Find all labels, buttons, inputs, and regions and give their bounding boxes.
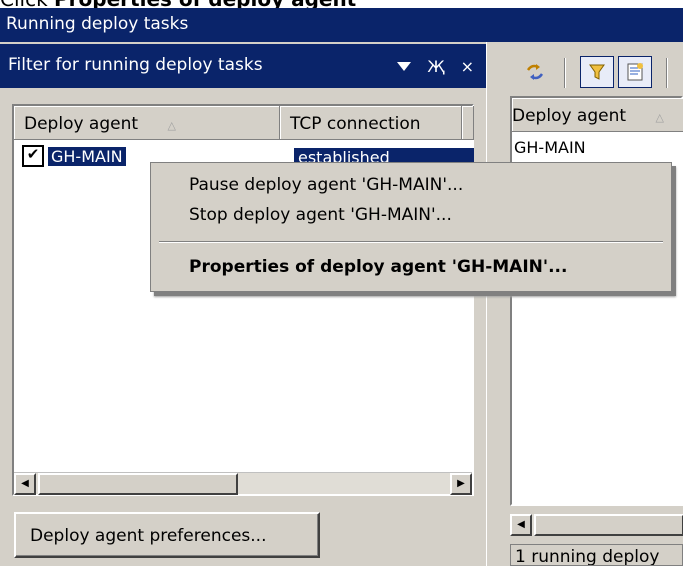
running-tasks-list[interactable]: Deploy agent △ GH-MAIN xyxy=(510,96,683,506)
window-title: Running deploy tasks xyxy=(6,14,189,34)
sort-ascending-icon: △ xyxy=(655,111,664,124)
status-text: 1 running deploy xyxy=(515,547,660,566)
column-header-label: Deploy agent xyxy=(512,106,627,126)
column-header-deploy-agent[interactable]: Deploy agent △ xyxy=(512,98,683,132)
scroll-right-icon[interactable]: ▶ xyxy=(450,473,472,495)
column-header-label: TCP connection xyxy=(290,114,421,134)
column-header-tcp-connection[interactable]: TCP connection xyxy=(280,106,462,140)
close-icon[interactable]: × xyxy=(461,57,474,76)
filter-panel-header: Filter for running deploy tasks Җ × xyxy=(0,44,486,88)
column-header-deploy-agent[interactable]: Deploy agent △ xyxy=(14,106,280,140)
toolbar-separator xyxy=(564,58,566,88)
filter-panel-title: Filter for running deploy tasks xyxy=(8,55,263,75)
filter-icon[interactable] xyxy=(580,56,614,88)
scroll-thumb[interactable] xyxy=(38,473,238,495)
details-icon[interactable] xyxy=(618,56,652,88)
toolbar-separator xyxy=(666,58,668,88)
sort-ascending-icon: △ xyxy=(167,119,176,132)
pin-icon[interactable]: Җ xyxy=(427,57,444,76)
menu-item-stop-agent[interactable]: Stop deploy agent 'GH-MAIN'... xyxy=(189,205,452,225)
filter-panel-controls: Җ × xyxy=(397,44,486,88)
scroll-left-icon[interactable]: ◀ xyxy=(510,514,532,536)
scroll-left-icon[interactable]: ◀ xyxy=(14,473,36,495)
column-header-filler xyxy=(462,106,474,140)
column-header-label: Deploy agent xyxy=(24,114,139,134)
horizontal-scrollbar[interactable]: ◀ xyxy=(510,514,683,536)
refresh-icon[interactable] xyxy=(518,56,552,88)
context-menu: Pause deploy agent 'GH-MAIN'... Stop dep… xyxy=(150,162,672,292)
menu-item-properties[interactable]: Properties of deploy agent 'GH-MAIN'... xyxy=(189,257,567,277)
preferences-button-label: Deploy agent preferences... xyxy=(30,526,267,546)
window-titlebar: Running deploy tasks xyxy=(0,8,683,42)
deploy-agent-preferences-button[interactable]: Deploy agent preferences... xyxy=(14,512,320,558)
scroll-thumb[interactable] xyxy=(534,514,683,536)
horizontal-scrollbar[interactable]: ◀ ▶ xyxy=(14,472,472,495)
status-bar: 1 running deploy xyxy=(510,544,683,566)
list-item[interactable]: GH-MAIN xyxy=(514,138,586,157)
table-row[interactable]: ✔ GH-MAIN xyxy=(22,144,126,168)
agent-checkbox[interactable]: ✔ xyxy=(22,145,44,167)
agent-name: GH-MAIN xyxy=(48,146,126,166)
pane-splitter[interactable] xyxy=(486,42,500,566)
dropdown-arrow-icon[interactable] xyxy=(397,61,412,71)
menu-item-pause-agent[interactable]: Pause deploy agent 'GH-MAIN'... xyxy=(189,175,463,195)
menu-separator xyxy=(159,241,663,243)
